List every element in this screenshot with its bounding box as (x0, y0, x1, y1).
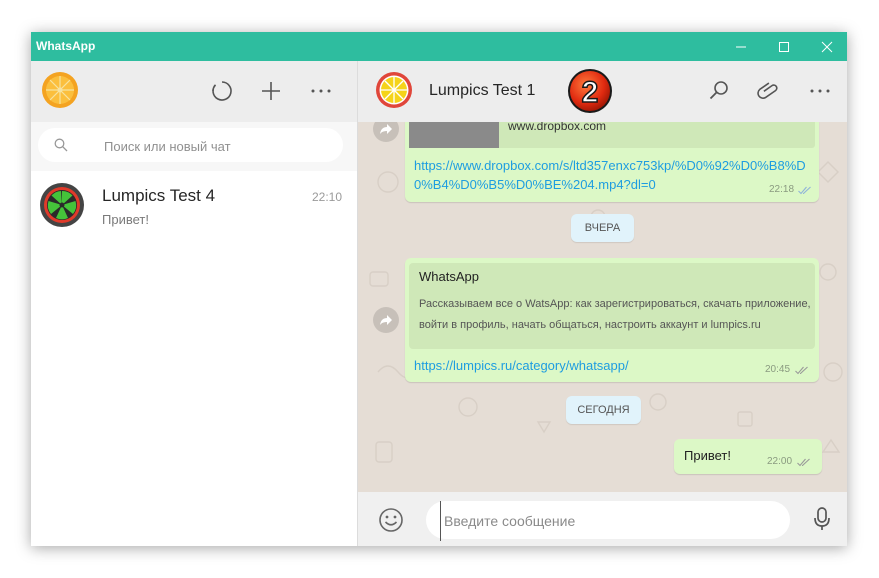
search-messages-button[interactable] (707, 79, 731, 103)
minimize-icon (736, 46, 746, 48)
double-check-icon (798, 186, 811, 195)
message-input[interactable] (440, 501, 786, 541)
menu-icon (311, 89, 331, 93)
conversation-menu-button[interactable] (808, 79, 832, 103)
sidebar-menu-button[interactable] (309, 79, 333, 103)
step-circle-icon: 2 (568, 69, 612, 113)
compose-bar (358, 492, 847, 546)
date-separator: ВЧЕРА (571, 214, 634, 242)
my-avatar[interactable] (41, 71, 79, 109)
message-time: 22:00 (767, 456, 793, 467)
link-preview-description: Рассказываем все о WatsApp: как зарегист… (419, 298, 811, 331)
chat-preview: Привет! (102, 212, 149, 227)
chat-time: 22:10 (311, 190, 342, 204)
title-bar: WhatsApp (31, 32, 847, 61)
link-preview-thumbnail (409, 122, 499, 148)
message-time: 20:45 (765, 364, 791, 375)
whatsapp-window: WhatsApp Поиск или новый чат Lumpics Tes… (31, 32, 847, 546)
date-separator: СЕГОДНЯ (566, 396, 641, 424)
status-icon (212, 81, 232, 101)
message-bubble[interactable]: WhatsApp Рассказываем все о WatsApp: как… (405, 258, 819, 382)
message-list[interactable]: www.dropbox.com https://www.dropbox.com/… (358, 122, 847, 492)
message-time: 22:18 (769, 184, 795, 195)
maximize-button[interactable] (762, 32, 806, 61)
app-title: WhatsApp (36, 39, 96, 53)
link-preview-card[interactable]: WhatsApp Рассказываем все о WatsApp: как… (409, 263, 815, 349)
sidebar-header (31, 61, 357, 122)
attach-button[interactable] (756, 79, 780, 103)
search-icon (54, 138, 68, 152)
forward-icon (380, 124, 392, 134)
message-bubble[interactable]: Привет! 22:00 (674, 439, 822, 474)
voice-message-button[interactable] (813, 506, 831, 537)
close-icon (821, 41, 833, 53)
search-input[interactable] (102, 128, 336, 164)
search-bar (31, 122, 357, 172)
emoji-button[interactable] (378, 507, 404, 538)
chat-avatar (39, 182, 85, 228)
new-chat-icon (262, 82, 280, 100)
chat-list-panel: Lumpics Test 4 22:10 Привет! (31, 61, 358, 546)
forward-icon (380, 315, 392, 325)
smiley-icon (379, 508, 403, 532)
lemon-avatar-icon (376, 72, 412, 108)
contact-name[interactable]: Lumpics Test 1 (429, 82, 535, 100)
message-link[interactable]: https://lumpics.ru/category/whatsapp/ (414, 356, 629, 375)
search-icon (709, 81, 728, 100)
attach-icon (757, 82, 778, 99)
status-button[interactable] (210, 79, 234, 103)
menu-icon (810, 89, 830, 93)
orange-avatar-icon (42, 72, 78, 108)
microphone-icon (814, 507, 830, 530)
lime-avatar-icon (40, 183, 84, 227)
message-box[interactable] (426, 501, 790, 541)
maximize-icon (779, 42, 789, 52)
message-text: Привет! (684, 448, 731, 463)
step-number: 2 (582, 76, 599, 109)
message-link[interactable]: https://www.dropbox.com/s/ltd357enxc753k… (414, 156, 814, 194)
close-button[interactable] (805, 32, 849, 61)
conversation-header: Lumpics Test 1 2 (358, 61, 847, 122)
chat-list-item[interactable]: Lumpics Test 4 22:10 Привет! (31, 171, 357, 243)
double-check-icon (795, 366, 808, 375)
new-chat-button[interactable] (259, 79, 283, 103)
search-box[interactable] (38, 128, 343, 164)
minimize-button[interactable] (719, 32, 763, 61)
conversation-panel: Lumpics Test 1 2 www.dropbox.com https:/… (358, 61, 847, 546)
contact-avatar[interactable] (375, 71, 413, 109)
link-preview-title: WhatsApp (419, 269, 479, 284)
link-preview-domain: www.dropbox.com (508, 122, 607, 133)
message-bubble[interactable]: www.dropbox.com https://www.dropbox.com/… (405, 122, 819, 202)
double-check-icon (797, 458, 810, 467)
step-number-badge: 2 (566, 67, 614, 115)
chat-name: Lumpics Test 4 (102, 186, 216, 205)
forward-button[interactable] (373, 307, 399, 333)
